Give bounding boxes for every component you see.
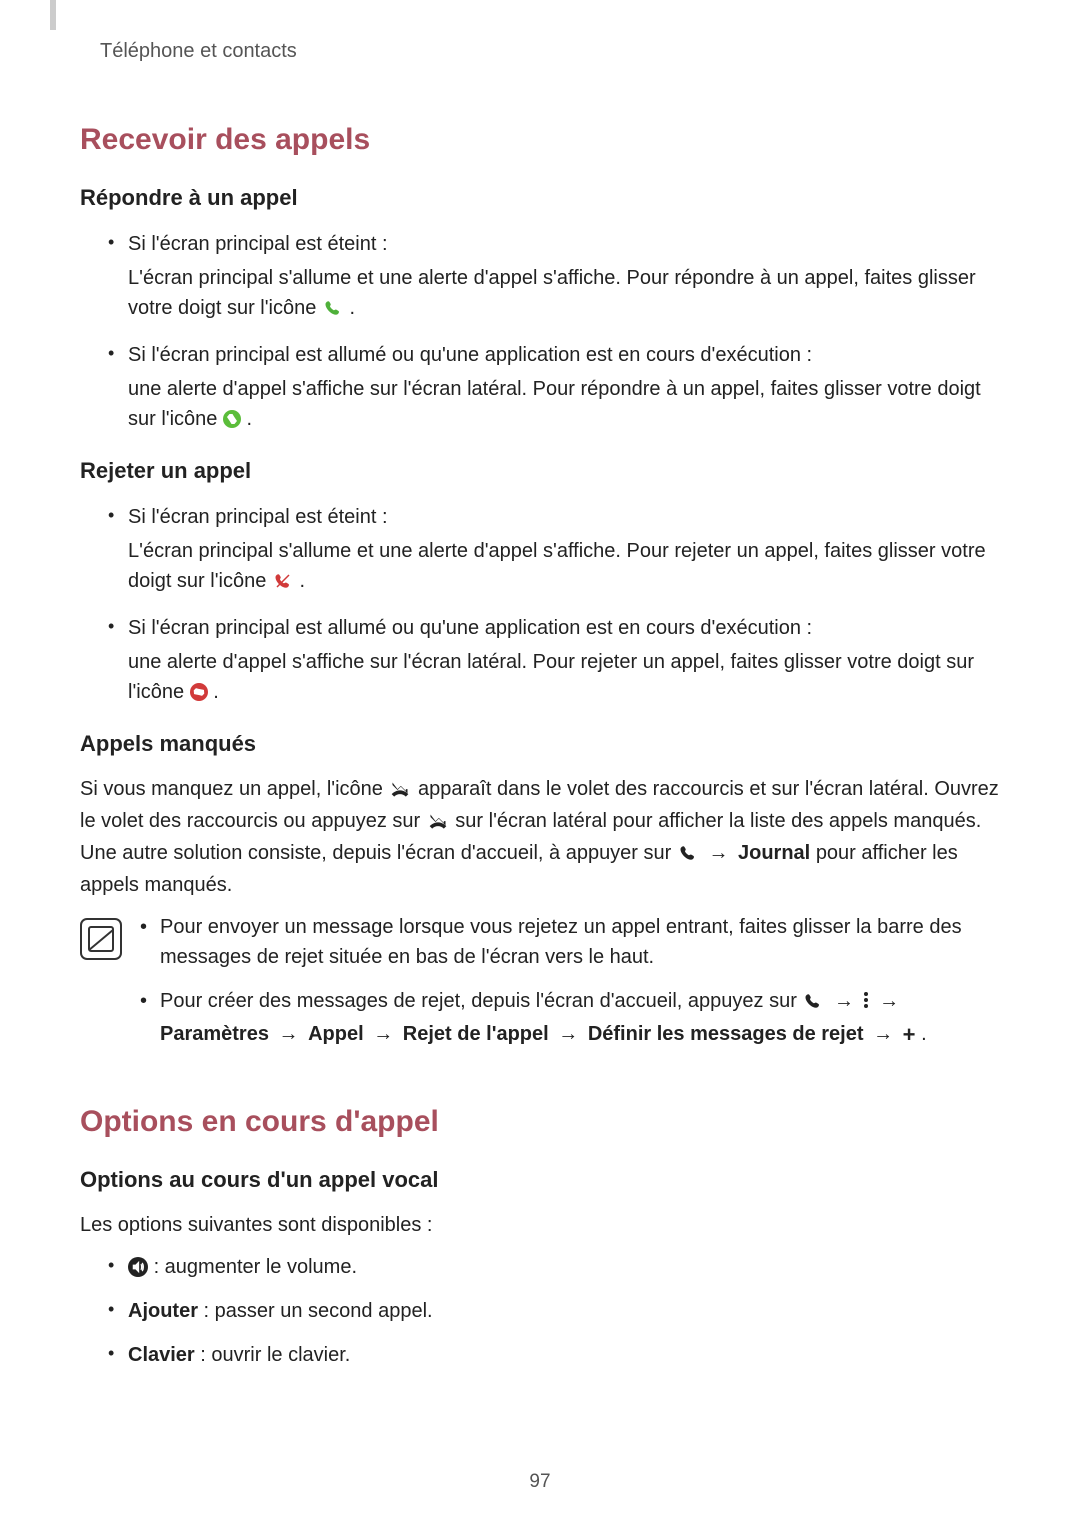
item-text-end: . — [299, 570, 305, 592]
list-item: Si l'écran principal est allumé ou qu'un… — [108, 613, 1000, 707]
list-options: : augmenter le volume. Ajouter : passer … — [80, 1252, 1000, 1370]
phone-icon — [679, 842, 697, 871]
arrow-text: → — [373, 1023, 399, 1045]
item-text-end: . — [213, 681, 219, 703]
list-item: Clavier : ouvrir le clavier. — [108, 1340, 1000, 1370]
list-repondre: Si l'écran principal est éteint : L'écra… — [80, 229, 1000, 434]
heading-options: Options en cours d'appel — [80, 1105, 1000, 1139]
list-item: Si l'écran principal est éteint : L'écra… — [108, 229, 1000, 326]
item-body: une alerte d'appel s'affiche sur l'écran… — [128, 374, 1000, 434]
subheading-repondre: Répondre à un appel — [80, 185, 1000, 211]
path-bold: Rejet de l'appel — [403, 1023, 549, 1045]
item-bold: Clavier — [128, 1344, 195, 1366]
missed-call-icon — [390, 778, 410, 807]
item-bold: Ajouter — [128, 1300, 198, 1322]
subheading-rejeter: Rejeter un appel — [80, 458, 1000, 484]
phone-reject-icon — [274, 569, 292, 599]
dot-text: . — [921, 1023, 927, 1045]
list-rejeter: Si l'écran principal est éteint : L'écra… — [80, 502, 1000, 707]
path-bold: Appel — [308, 1023, 364, 1045]
path-bold: Paramètres — [160, 1023, 269, 1045]
item-lead: Si l'écran principal est éteint : — [128, 233, 388, 255]
list-item: Si l'écran principal est allumé ou qu'un… — [108, 340, 1000, 434]
phone-answer-icon — [324, 296, 342, 326]
breadcrumb: Téléphone et contacts — [100, 40, 1000, 63]
para-manques: Si vous manquez un appel, l'icône appara… — [80, 775, 1000, 900]
bold-journal: Journal — [738, 842, 810, 864]
item-text: : ouvrir le clavier. — [195, 1344, 351, 1366]
arrow-text: → — [834, 990, 860, 1012]
volume-up-icon — [128, 1257, 148, 1277]
subheading-manques: Appels manqués — [80, 731, 1000, 757]
item-body: une alerte d'appel s'affiche sur l'écran… — [128, 647, 1000, 707]
item-lead: Si l'écran principal est éteint : — [128, 506, 388, 528]
item-text-end: . — [247, 408, 253, 430]
list-item: Pour créer des messages de rejet, depuis… — [140, 986, 1000, 1049]
arrow-text: → — [279, 1023, 305, 1045]
plus-icon: + — [903, 1024, 916, 1046]
item-text: Pour créer des messages de rejet, depuis… — [160, 990, 802, 1012]
item-text: une alerte d'appel s'affiche sur l'écran… — [128, 378, 981, 430]
item-body: L'écran principal s'allume et une alerte… — [128, 536, 1000, 599]
missed-call-icon — [428, 810, 448, 839]
item-text: une alerte d'appel s'affiche sur l'écran… — [128, 651, 974, 703]
list-item: Ajouter : passer un second appel. — [108, 1296, 1000, 1326]
arrow-text: → — [873, 1023, 899, 1045]
arrow-text: → — [558, 1023, 584, 1045]
arrow-text: → — [708, 842, 734, 864]
subheading-options-vocal: Options au cours d'un appel vocal — [80, 1167, 1000, 1193]
note-list: Pour envoyer un message lorsque vous rej… — [140, 912, 1000, 1063]
para-options-intro: Les options suivantes sont disponibles : — [80, 1211, 1000, 1240]
phone-answer-badge-icon — [223, 410, 241, 428]
item-body: L'écran principal s'allume et une alerte… — [128, 263, 1000, 326]
vertical-dots-icon — [864, 990, 870, 1010]
arrow-text: → — [879, 990, 899, 1012]
path-bold: Définir les messages de rejet — [588, 1023, 864, 1045]
para-text: Si vous manquez un appel, l'icône — [80, 778, 388, 800]
page-edge-tab — [50, 0, 56, 30]
item-lead: Si l'écran principal est allumé ou qu'un… — [128, 617, 812, 639]
note-block: Pour envoyer un message lorsque vous rej… — [80, 912, 1000, 1063]
item-text-end: . — [349, 297, 355, 319]
phone-icon — [804, 989, 822, 1019]
page-number: 97 — [0, 1471, 1080, 1493]
item-text: : augmenter le volume. — [154, 1256, 357, 1278]
heading-recevoir: Recevoir des appels — [80, 123, 1000, 157]
list-item: : augmenter le volume. — [108, 1252, 1000, 1282]
phone-reject-badge-icon — [190, 683, 208, 701]
list-item: Pour envoyer un message lorsque vous rej… — [140, 912, 1000, 972]
item-text: L'écran principal s'allume et une alerte… — [128, 267, 976, 319]
note-icon — [80, 918, 122, 960]
item-lead: Si l'écran principal est allumé ou qu'un… — [128, 344, 812, 366]
item-text: : passer un second appel. — [198, 1300, 433, 1322]
list-item: Si l'écran principal est éteint : L'écra… — [108, 502, 1000, 599]
item-text: L'écran principal s'allume et une alerte… — [128, 540, 986, 592]
